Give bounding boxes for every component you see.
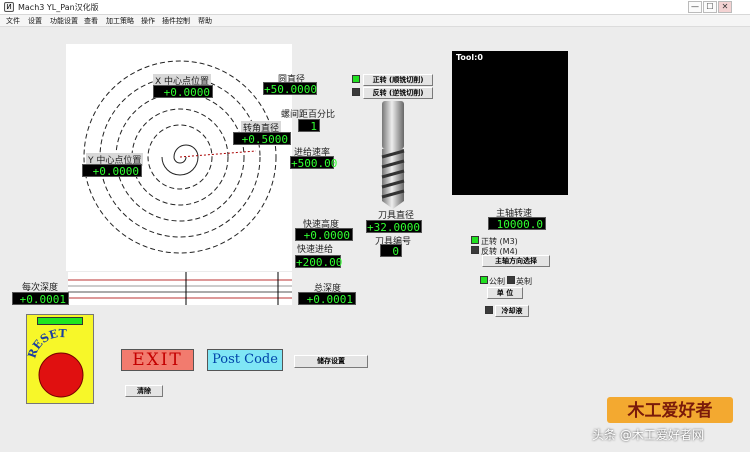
watermark-text: 头条 @木工爱好者网 <box>592 428 704 442</box>
menu-bar: 文件 设置 功能设置 查看 加工策略 操作 插件控制 帮助 <box>0 15 750 27</box>
cw-led <box>352 75 360 83</box>
imperial-led[interactable] <box>507 276 515 284</box>
spindle-direction-button[interactable]: 主轴方向选择 <box>482 255 550 267</box>
tool-num-dro[interactable]: 0 <box>380 244 402 258</box>
app-icon: Ͷ <box>4 2 14 12</box>
coolant-led <box>485 306 493 314</box>
endmill-icon <box>378 101 408 211</box>
exit-button[interactable]: EXIT <box>121 349 194 371</box>
spindle-speed-dro[interactable]: 10000.0 <box>488 217 546 231</box>
coolant-button[interactable]: 冷却液 <box>495 305 529 317</box>
metric-led[interactable] <box>480 276 488 284</box>
menu-function-settings[interactable]: 功能设置 <box>50 16 78 26</box>
woodworking-logo: 木工爱好者 <box>607 393 733 425</box>
save-settings-button[interactable]: 储存设置 <box>294 355 368 368</box>
tool-dia-dro[interactable]: +32.0000 <box>366 220 422 234</box>
minimize-button[interactable]: — <box>688 1 702 13</box>
circle-dia-dro[interactable]: +50.0000 <box>263 82 317 96</box>
corner-dia-dro[interactable]: +0.5000 <box>233 132 291 146</box>
cw-climb-button[interactable]: 正转 (顺铣切削) <box>363 74 433 86</box>
menu-operation[interactable]: 操作 <box>141 16 155 26</box>
units-button[interactable]: 单 位 <box>487 287 523 299</box>
m4-led[interactable] <box>471 246 479 254</box>
window-title: Mach3 YL_Pan汉化版 <box>18 3 99 12</box>
rapid-height-dro[interactable]: +0.0000 <box>295 228 353 242</box>
total-depth-dro[interactable]: +0.0001 <box>298 292 356 306</box>
feed-rate-dro[interactable]: +500.00 <box>290 156 337 170</box>
tool-display-text: Tool:0 <box>456 53 483 62</box>
menu-settings[interactable]: 设置 <box>28 16 42 26</box>
reset-button[interactable]: RESET <box>26 314 94 404</box>
metric-radio-label: 公制 <box>489 277 505 286</box>
menu-file[interactable]: 文件 <box>6 16 20 26</box>
spiral-pct-dro[interactable]: 1 <box>298 119 320 133</box>
menu-plugin-control[interactable]: 插件控制 <box>162 16 190 26</box>
post-code-button[interactable]: Post Code <box>207 349 283 371</box>
x-center-dro[interactable]: +0.0000 <box>153 85 213 99</box>
reset-status-led <box>37 317 83 325</box>
rapid-feed-dro[interactable]: +200.00 <box>295 255 342 269</box>
rapid-feed-label: 快速进给 <box>297 245 334 255</box>
ccw-conventional-button[interactable]: 反转 (逆铣切削) <box>363 87 433 99</box>
tool-display: Tool:0 <box>452 51 568 195</box>
depth-preview <box>68 272 292 305</box>
close-button[interactable]: ✕ <box>718 1 732 13</box>
menu-view[interactable]: 查看 <box>84 16 98 26</box>
maximize-button[interactable]: ☐ <box>703 1 717 13</box>
menu-machining-strategy[interactable]: 加工策略 <box>106 16 134 26</box>
m3-led[interactable] <box>471 236 479 244</box>
step-depth-dro[interactable]: +0.0001 <box>12 292 69 306</box>
ccw-led <box>352 88 360 96</box>
logo-text: 木工爱好者 <box>627 400 713 421</box>
wizard-panel: X 中心点位置 +0.0000 Y 中心点位置 +0.0000 圆直径 +50.… <box>0 27 750 452</box>
imperial-radio-label: 英制 <box>516 277 532 286</box>
clear-button[interactable]: 清除 <box>125 385 163 397</box>
y-center-dro[interactable]: +0.0000 <box>82 164 142 178</box>
menu-help[interactable]: 帮助 <box>198 16 212 26</box>
title-bar: Ͷ Mach3 YL_Pan汉化版 — ☐ ✕ <box>0 0 750 15</box>
